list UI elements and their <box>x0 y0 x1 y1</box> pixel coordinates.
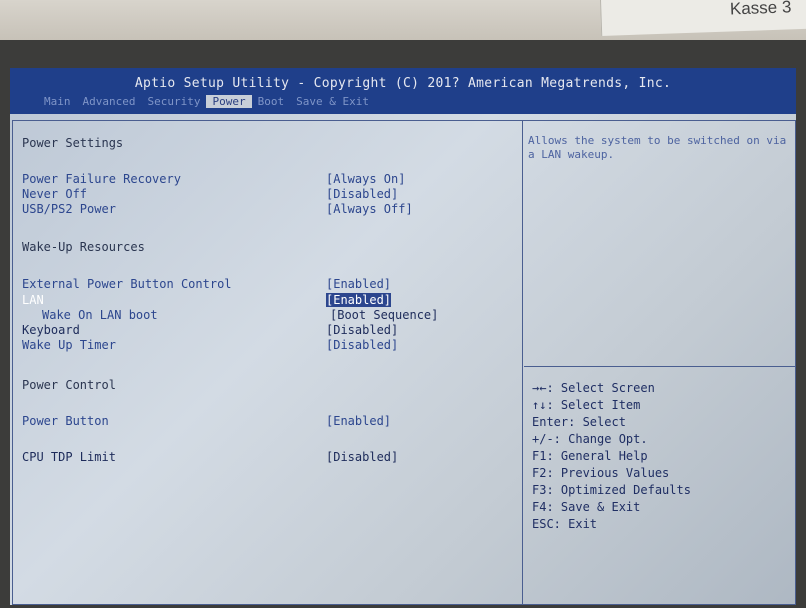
tab-main[interactable]: Main <box>38 95 77 108</box>
key-f2: F2: Previous Values <box>532 466 670 480</box>
power-button-value[interactable]: [Enabled] <box>326 414 391 428</box>
power-failure-recovery-value[interactable]: [Always On] <box>326 172 405 186</box>
tab-boot[interactable]: Boot <box>252 95 291 108</box>
keyboard-label[interactable]: Keyboard <box>22 323 80 337</box>
bios-screen: Aptio Setup Utility - Copyright (C) 201?… <box>10 68 796 605</box>
never-off-label[interactable]: Never Off <box>22 187 87 201</box>
tab-security[interactable]: Security <box>141 95 206 108</box>
lan-label[interactable]: LAN <box>22 293 44 307</box>
key-legend: →←: Select Screen ↑↓: Select Item Enter:… <box>532 380 691 533</box>
wake-on-lan-boot-label[interactable]: Wake On LAN boot <box>42 308 158 322</box>
help-text: Allows the system to be switched on via … <box>528 134 787 161</box>
help-divider <box>524 366 796 367</box>
external-power-button-value[interactable]: [Enabled] <box>326 277 391 291</box>
pane-divider <box>522 120 523 605</box>
keyboard-value[interactable]: [Disabled] <box>326 323 398 337</box>
tab-power[interactable]: Power <box>206 95 252 108</box>
usb-ps2-power-value[interactable]: [Always Off] <box>326 202 413 216</box>
tab-bar: Main Advanced Security Power Boot Save &… <box>38 95 375 108</box>
cpu-tdp-limit-label[interactable]: CPU TDP Limit <box>22 450 116 464</box>
cpu-tdp-limit-value[interactable]: [Disabled] <box>326 450 398 464</box>
key-change-opt: +/-: Change Opt. <box>532 432 648 446</box>
usb-ps2-power-label[interactable]: USB/PS2 Power <box>22 202 116 216</box>
section-power-control: Power Control <box>22 378 116 392</box>
key-f3: F3: Optimized Defaults <box>532 483 691 497</box>
key-enter: Enter: Select <box>532 415 626 429</box>
wake-up-timer-value[interactable]: [Disabled] <box>326 338 398 352</box>
section-power-settings: Power Settings <box>22 136 124 150</box>
key-esc: ESC: Exit <box>532 517 598 531</box>
tab-advanced[interactable]: Advanced <box>77 95 142 108</box>
power-button-label[interactable]: Power Button <box>22 414 109 428</box>
external-power-button-label[interactable]: External Power Button Control <box>22 277 232 291</box>
wake-up-timer-label[interactable]: Wake Up Timer <box>22 338 116 352</box>
never-off-value[interactable]: [Disabled] <box>326 187 398 201</box>
wake-on-lan-boot-value[interactable]: [Boot Sequence] <box>330 308 438 322</box>
key-f4: F4: Save & Exit <box>532 500 641 514</box>
tab-save-exit[interactable]: Save & Exit <box>290 95 375 108</box>
lan-value[interactable]: [Enabled] <box>326 293 392 307</box>
title-bar: Aptio Setup Utility - Copyright (C) 201?… <box>10 68 796 114</box>
power-failure-recovery-label[interactable]: Power Failure Recovery <box>22 172 181 186</box>
key-select-item: ↑↓: Select Item <box>532 398 641 412</box>
section-wake-up-resources: Wake-Up Resources <box>22 240 145 254</box>
key-f1: F1: General Help <box>532 449 648 463</box>
bios-title: Aptio Setup Utility - Copyright (C) 201?… <box>134 76 672 91</box>
sticker-label: Kasse 3 <box>729 0 792 19</box>
key-select-screen: →←: Select Screen <box>532 381 655 395</box>
